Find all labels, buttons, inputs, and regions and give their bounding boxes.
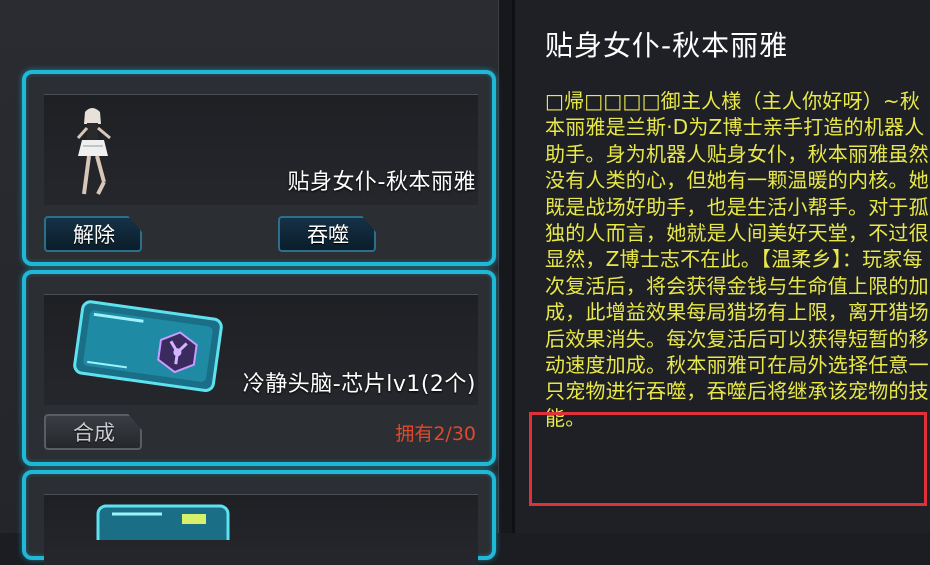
detail-description: □帰□□□□御主人様（主人你好呀）~秋本丽雅是兰斯·D为Z博士亲手打造的机器人助… xyxy=(545,89,929,430)
pet-card-title: 贴身女仆-秋本丽雅 xyxy=(287,170,476,195)
release-button[interactable]: 解除 xyxy=(44,216,142,252)
pet-list-scrollbar[interactable] xyxy=(498,0,513,533)
pet-card-maid[interactable]: 贴身女仆-秋本丽雅 解除 吞噬 xyxy=(22,70,496,266)
chip-card-title: 冷静头脑-芯片lv1(2个) xyxy=(242,372,476,397)
chip-icon xyxy=(73,300,223,392)
owned-count: 拥有2/30 xyxy=(395,423,476,445)
highlight-annotation-box xyxy=(529,412,927,506)
detail-title: 贴身女仆-秋本丽雅 xyxy=(545,29,789,62)
devour-button[interactable]: 吞噬 xyxy=(278,216,376,252)
maid-character-icon xyxy=(76,108,111,195)
chip-icon xyxy=(96,504,230,540)
combine-button[interactable]: 合成 xyxy=(44,414,142,450)
